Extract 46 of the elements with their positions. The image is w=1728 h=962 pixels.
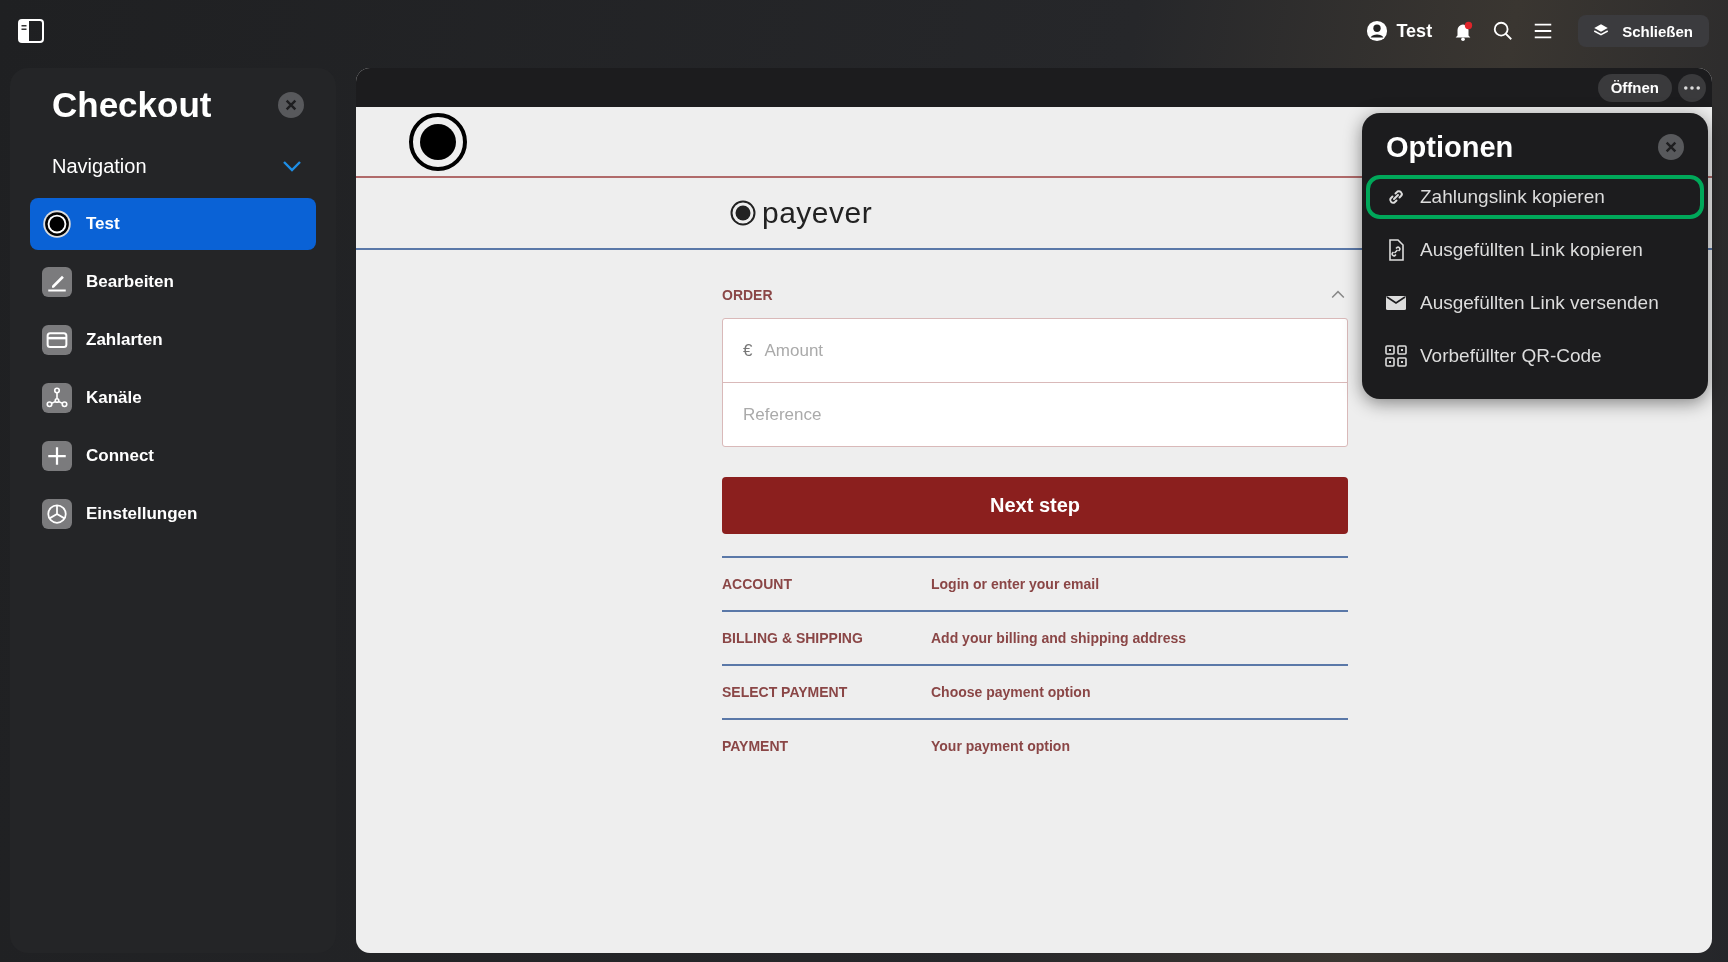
logo-icon	[42, 209, 72, 239]
brand-name: payever	[762, 196, 873, 230]
step-description: Login or enter your email	[931, 576, 1100, 592]
step-title: SELECT PAYMENT	[722, 684, 849, 700]
qr-icon	[1384, 344, 1408, 368]
sidebar-item[interactable]: Test	[30, 198, 316, 250]
menu-item[interactable]: Vorbefüllter QR-Code	[1366, 334, 1704, 378]
edit-icon	[42, 267, 72, 297]
sidebar-item[interactable]: Zahlarten	[30, 314, 316, 366]
open-button[interactable]: Öffnen	[1597, 73, 1672, 102]
amount-field[interactable]: Amount	[764, 340, 1327, 361]
card-icon	[42, 325, 72, 355]
menu-item[interactable]: Ausgefüllten Link kopieren	[1366, 228, 1704, 272]
section-title[interactable]: Navigation	[52, 154, 147, 178]
reference-field[interactable]: Reference	[743, 404, 1327, 425]
settings-icon	[42, 499, 72, 529]
menu-item[interactable]: Zahlungslink kopieren	[1366, 175, 1704, 219]
step-title: BILLING & SHIPPING	[722, 630, 864, 646]
next-step-button[interactable]: Next step	[722, 477, 1348, 534]
menu-title: Optionen	[1386, 130, 1514, 164]
currency-symbol: €	[743, 340, 753, 361]
more-icon	[1684, 85, 1700, 90]
step-description: Your payment option	[931, 738, 1070, 754]
brand-logo-icon	[730, 200, 756, 226]
close-icon	[1658, 134, 1684, 160]
logo-icon	[408, 111, 468, 172]
sidebar-item[interactable]: Connect	[30, 430, 316, 482]
sidebar-item[interactable]: Kanäle	[30, 372, 316, 424]
panel-title: Checkout	[52, 85, 212, 125]
account-icon	[1366, 20, 1389, 42]
sidebar-toggle-icon	[16, 17, 46, 45]
plus-icon	[42, 441, 72, 471]
step-title: PAYMENT	[722, 738, 790, 754]
search-icon	[1492, 20, 1515, 42]
section-title[interactable]: ORDER	[722, 287, 773, 303]
menu-item[interactable]: Ausgefüllten Link versenden	[1366, 281, 1704, 325]
close-button[interactable]: Schließen	[1578, 15, 1709, 47]
more-button[interactable]	[1678, 73, 1706, 102]
user-name[interactable]: Test	[1396, 20, 1433, 42]
step-description: Add your billing and shipping address	[931, 630, 1187, 646]
step-description: Choose payment option	[931, 684, 1091, 700]
sidebar-item[interactable]: Bearbeiten	[30, 256, 316, 308]
step-title: ACCOUNT	[722, 576, 793, 592]
sidebar-item[interactable]: Einstellungen	[30, 488, 316, 540]
close-icon	[278, 92, 304, 118]
network-icon	[42, 383, 72, 413]
